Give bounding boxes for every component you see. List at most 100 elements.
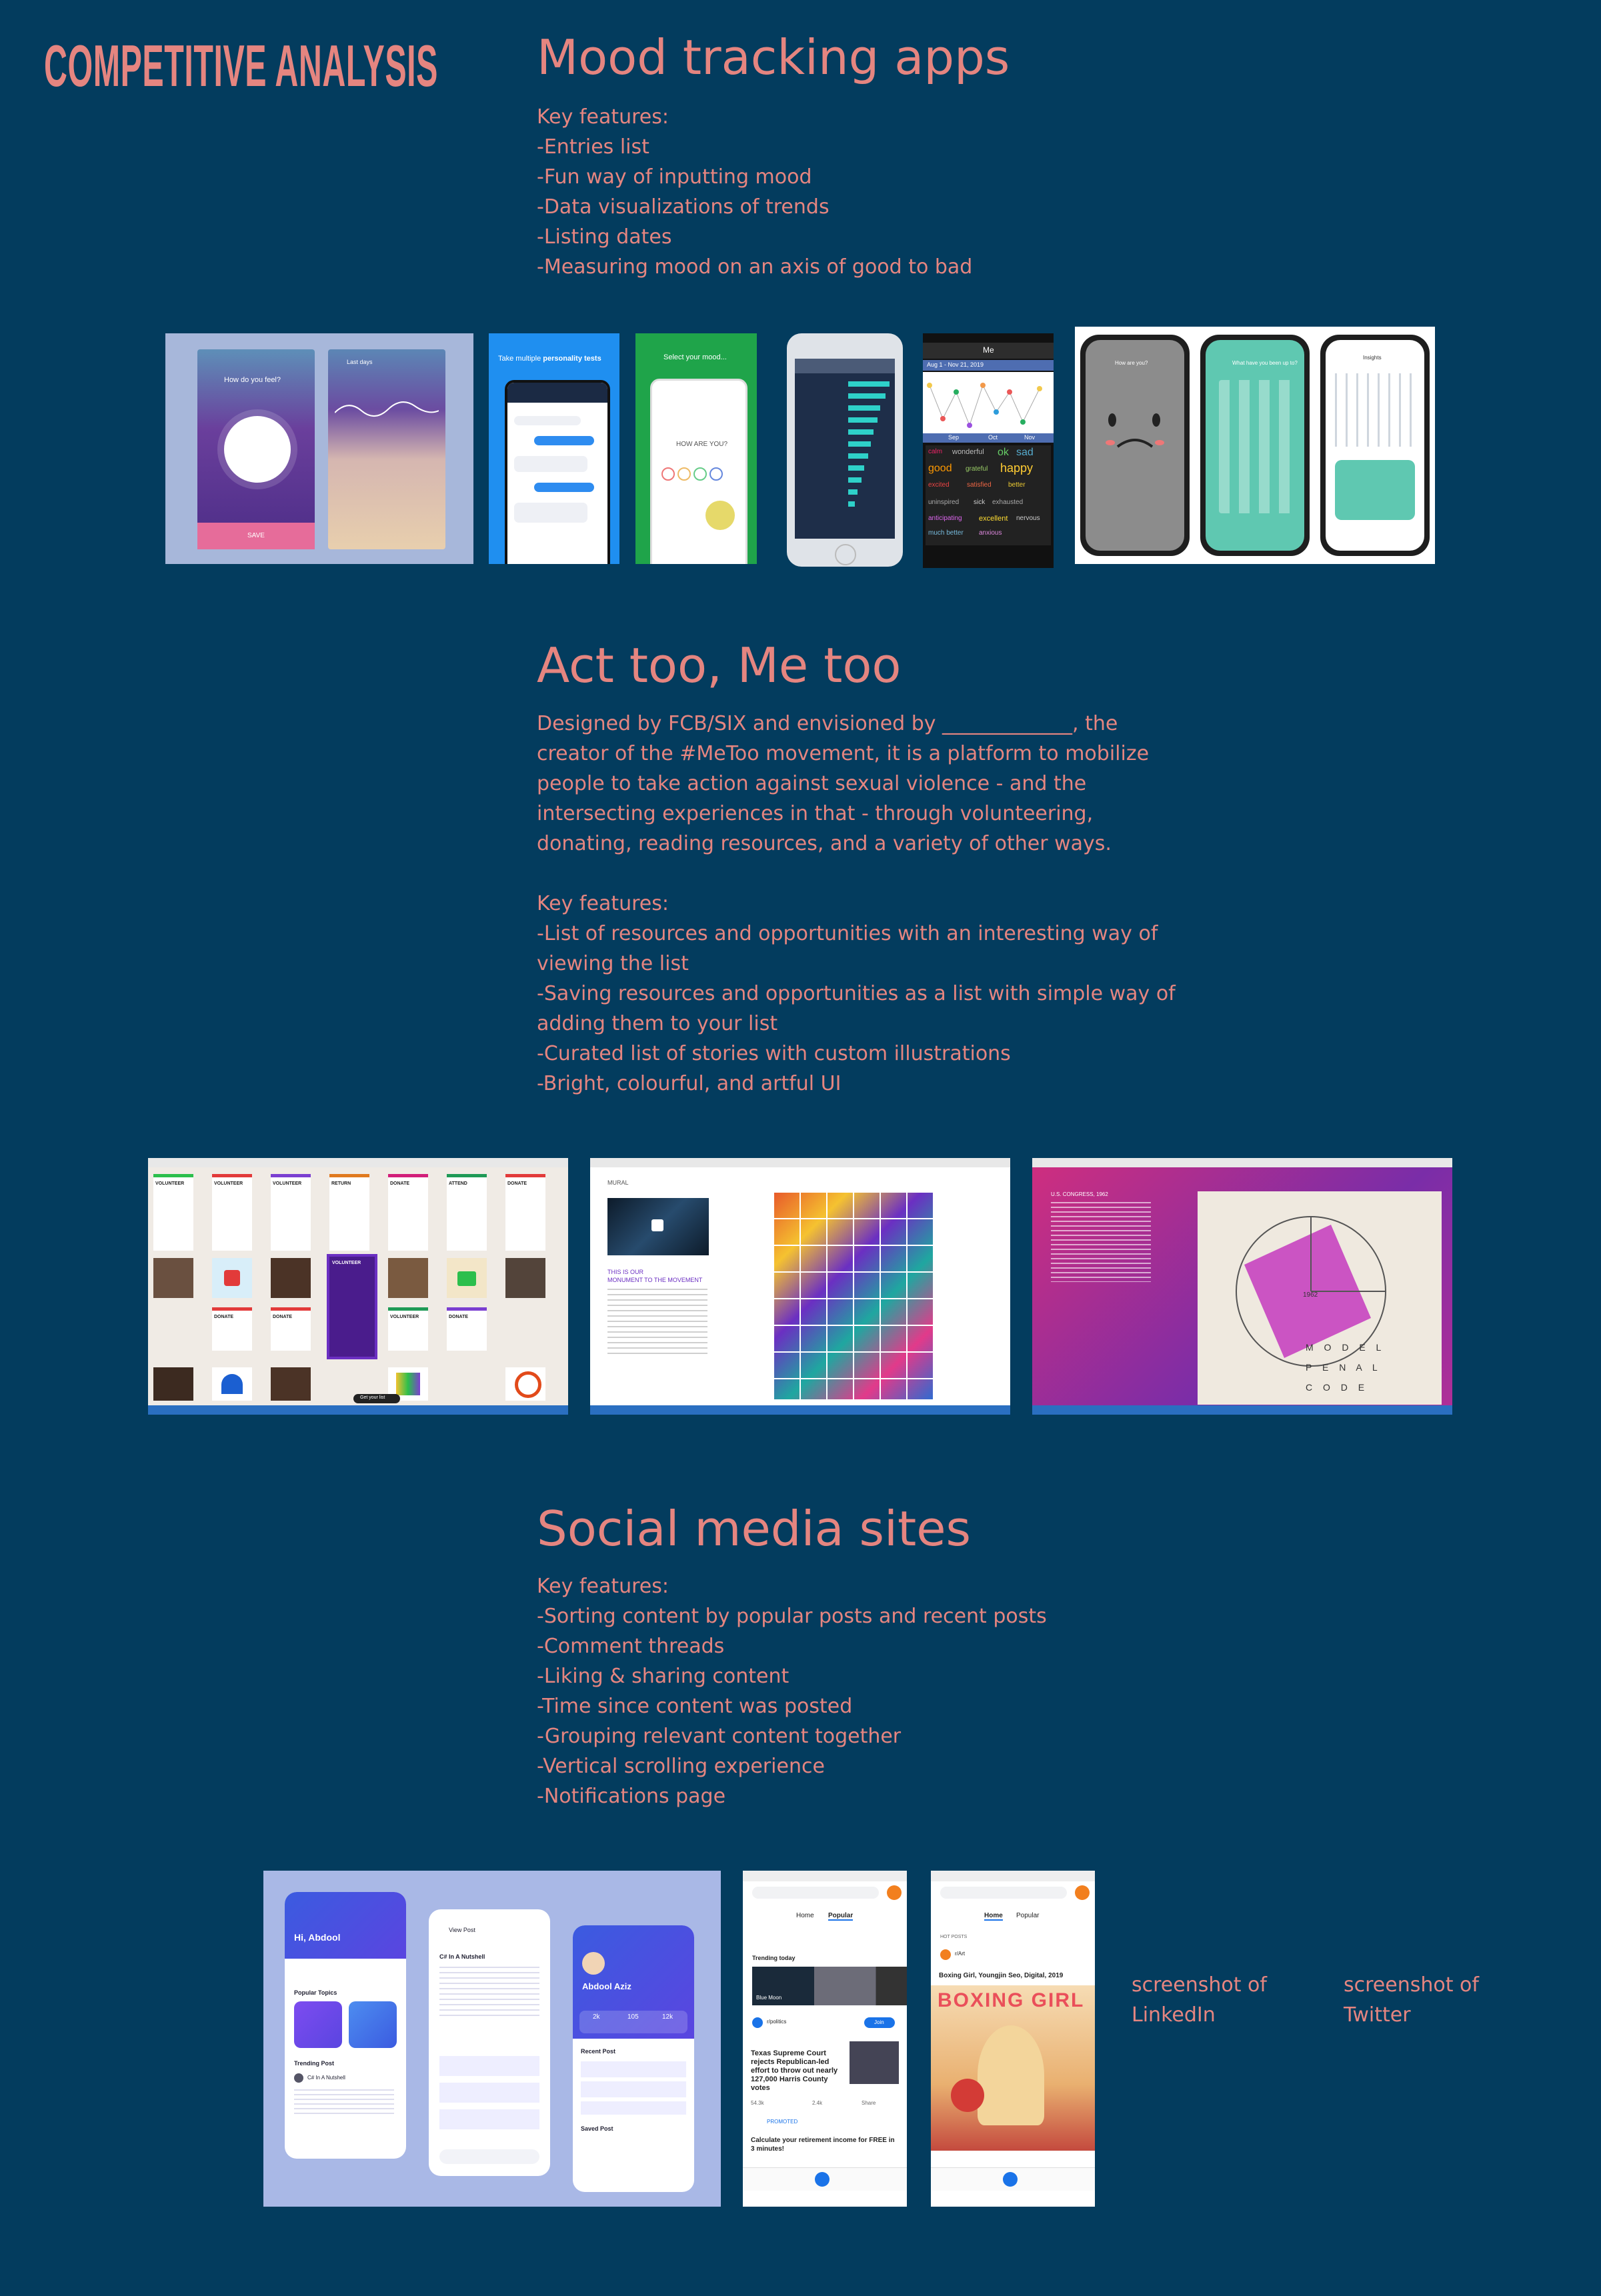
subreddit-name[interactable]: r/politics <box>767 2019 786 2025</box>
recent-post-title: Recent Post <box>581 2048 616 2055</box>
resource-card[interactable]: RETURN <box>329 1174 369 1251</box>
resource-card[interactable]: DONATE <box>271 1307 311 1351</box>
join-button-label: Join <box>874 2019 884 2025</box>
phone-frame: HOW ARE YOU? <box>650 379 747 564</box>
share-button[interactable]: Share <box>862 2100 876 2106</box>
tab-home[interactable]: Home <box>984 1912 1003 1921</box>
stat-value: 12k <box>662 2013 673 2021</box>
card-label: VOLUNTEER <box>155 1181 185 1186</box>
social-features-list: Key features: -Sorting content by popula… <box>537 1571 1047 1811</box>
me-title: Me <box>983 345 994 355</box>
search-input[interactable] <box>752 1887 879 1899</box>
mood-bar <box>848 405 880 411</box>
mood-word: satisfied <box>967 481 992 489</box>
emoji-icon <box>661 467 675 481</box>
mood-word: anticipating <box>928 515 962 522</box>
browser-toolbar <box>1032 1158 1452 1167</box>
resource-card[interactable]: DONATE <box>212 1307 252 1351</box>
resource-card[interactable]: VOLUNTEER <box>388 1307 428 1351</box>
personality-header-b: personality tests <box>543 355 601 363</box>
view-post-title: View Post <box>449 1927 475 1933</box>
resource-photo <box>505 1258 545 1298</box>
story-illustration: 1962 M O D E L P E N A L C O D E <box>1198 1191 1442 1405</box>
twitter-caption: screenshot of Twitter <box>1344 1970 1479 2030</box>
emoji-icon <box>693 467 707 481</box>
play-icon <box>651 1219 663 1231</box>
get-your-list-button[interactable]: Get your list <box>353 1394 400 1403</box>
mood-dot-plot <box>927 383 1042 428</box>
mood-features-list: Key features: -Entries list -Fun way of … <box>537 102 972 282</box>
month-label: Nov <box>1024 434 1036 441</box>
caption-line: screenshot of <box>1132 1973 1267 1997</box>
mood-word: anxious <box>979 529 1002 537</box>
post-title[interactable]: Boxing Girl, Youngjin Seo, Digital, 2019 <box>939 1972 1063 1979</box>
resource-card[interactable]: VOLUNTEER <box>271 1174 311 1251</box>
view-post-heading: C# In A Nutshell <box>439 1953 485 1960</box>
mural-title-b: MONUMENT TO THE MOVEMENT <box>607 1277 703 1283</box>
caption-line: screenshot of <box>1344 1973 1479 1997</box>
search-input[interactable] <box>940 1887 1067 1899</box>
mural-nav[interactable]: MURAL <box>607 1179 629 1186</box>
sort-hot-posts[interactable]: HOT POSTS <box>940 1935 967 1939</box>
post-image[interactable]: BOXING GIRL <box>931 1985 1095 2151</box>
mood-word: uninspired <box>928 499 960 506</box>
snoo-avatar-icon[interactable] <box>1075 1885 1090 1900</box>
mood-dot-chart <box>923 372 1054 439</box>
features-line: Key features: <box>537 1575 669 1598</box>
card-label: VOLUNTEER <box>332 1261 361 1265</box>
mood-bar <box>848 429 874 435</box>
compose-icon[interactable] <box>1003 2172 1018 2187</box>
mood-bar <box>848 489 858 495</box>
mood-app-screenshot-dial: How do you feel? SAVE Last days <box>165 333 473 564</box>
card-label: ATTEND <box>449 1181 467 1186</box>
resource-card[interactable]: DONATE <box>505 1174 545 1251</box>
activities-screen: What have you been up to? <box>1206 340 1304 551</box>
features-line: adding them to your list <box>537 1012 778 1035</box>
resource-card[interactable]: DONATE <box>447 1307 487 1351</box>
reply-input[interactable] <box>439 2149 539 2164</box>
browser-toolbar <box>148 1158 568 1167</box>
features-line: -Saving resources and opportunities as a… <box>537 982 1176 1005</box>
features-line: -Sorting content by popular posts and re… <box>537 1605 1047 1628</box>
emoji-icon <box>677 467 691 481</box>
social-section-title: Social media sites <box>537 1501 972 1557</box>
upvote-count[interactable]: 54.3k <box>751 2100 764 2106</box>
insight-card <box>1335 460 1415 520</box>
features-line: viewing the list <box>537 952 689 975</box>
trending-item-label: Blue Moon <box>756 1995 782 2001</box>
comment-count[interactable]: 2.4k <box>812 2100 822 2106</box>
video-thumbnail[interactable] <box>607 1198 709 1255</box>
promo-headline[interactable]: Calculate your retirement income for FRE… <box>751 2136 898 2156</box>
tab-popular[interactable]: Popular <box>828 1912 854 1921</box>
mood-word: sad <box>1016 447 1034 458</box>
mood-word: ok <box>998 447 1009 458</box>
tab-popular[interactable]: Popular <box>1016 1912 1039 1919</box>
snoo-avatar-icon[interactable] <box>887 1885 902 1900</box>
resource-card[interactable]: DONATE <box>388 1174 428 1251</box>
trending-carousel[interactable]: Blue Moon <box>752 1967 907 2005</box>
join-button[interactable]: Join <box>864 2017 895 2028</box>
subreddit-name[interactable]: r/Art <box>955 1951 965 1957</box>
avatar <box>294 2073 303 2083</box>
resource-card[interactable]: ATTEND <box>447 1174 487 1251</box>
post-headline[interactable]: Texas Supreme Court rejects Republican-l… <box>751 2049 844 2092</box>
view-post-card: View Post C# In A Nutshell <box>429 1909 550 2176</box>
resource-card[interactable]: VOLUNTEER <box>212 1174 252 1251</box>
features-line: Key features: <box>537 105 669 129</box>
stat-value: 2k <box>593 2013 600 2021</box>
topic-card[interactable] <box>349 2001 397 2048</box>
profile-avatar <box>582 1952 605 1975</box>
mural-title-a: THIS IS OUR <box>607 1269 644 1275</box>
features-line: -Comment threads <box>537 1635 725 1658</box>
mood-bar <box>848 453 868 459</box>
resource-card-selected[interactable]: VOLUNTEER <box>327 1254 377 1359</box>
date-range: Aug 1 - Nov 21, 2019 <box>927 361 984 368</box>
resource-card[interactable]: VOLUNTEER <box>153 1174 193 1251</box>
topic-card[interactable] <box>294 2001 342 2048</box>
tab-home[interactable]: Home <box>796 1912 814 1919</box>
linkedin-caption: screenshot of LinkedIn <box>1132 1970 1267 2030</box>
reddit-screenshot-popular: Home Popular Trending today Blue Moon r/… <box>743 1871 907 2207</box>
compose-icon[interactable] <box>815 2172 830 2187</box>
post-title[interactable]: C# In A Nutshell <box>307 2075 345 2081</box>
date-range-bar: Aug 1 - Nov 21, 2019 <box>923 360 1054 371</box>
